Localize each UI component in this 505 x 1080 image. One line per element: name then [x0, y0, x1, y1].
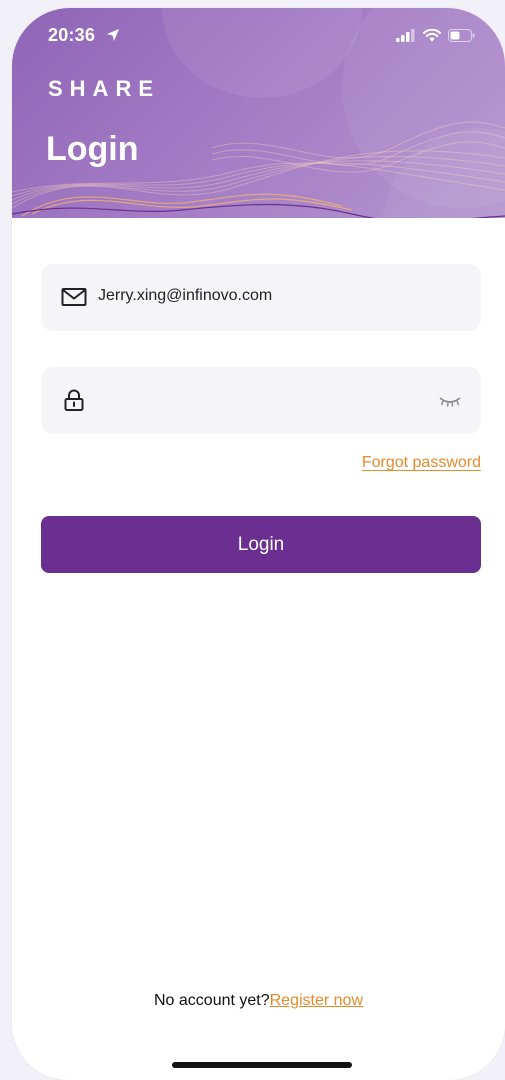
password-field[interactable] [41, 367, 481, 434]
register-prompt: No account yet?Register now [12, 992, 505, 1010]
no-account-text: No account yet? [154, 992, 270, 1009]
lock-icon [64, 389, 84, 411]
forgot-password-link[interactable]: Forgot password [362, 454, 481, 472]
cellular-signal-icon [396, 28, 415, 42]
home-indicator[interactable] [172, 1062, 352, 1068]
location-arrow-icon [107, 29, 119, 41]
app-brand: SHARE [48, 76, 161, 101]
login-button[interactable]: Login [41, 516, 481, 573]
eye-closed-icon[interactable] [437, 394, 463, 408]
phone-screen: 20:36 SHARE Login Jerry.xing@infinovo.co… [12, 8, 505, 1080]
battery-icon [448, 28, 475, 42]
page-title: Login [46, 130, 139, 168]
register-now-link[interactable]: Register now [270, 992, 363, 1009]
email-input-value: Jerry.xing@infinovo.com [98, 287, 273, 304]
mail-icon [61, 288, 87, 306]
wifi-icon [423, 28, 441, 41]
status-indicators [396, 28, 475, 42]
status-time: 20:36 [48, 25, 96, 45]
login-header: 20:36 SHARE Login [12, 8, 505, 218]
header-decoration [162, 8, 362, 98]
email-field[interactable]: Jerry.xing@infinovo.com [41, 264, 481, 331]
